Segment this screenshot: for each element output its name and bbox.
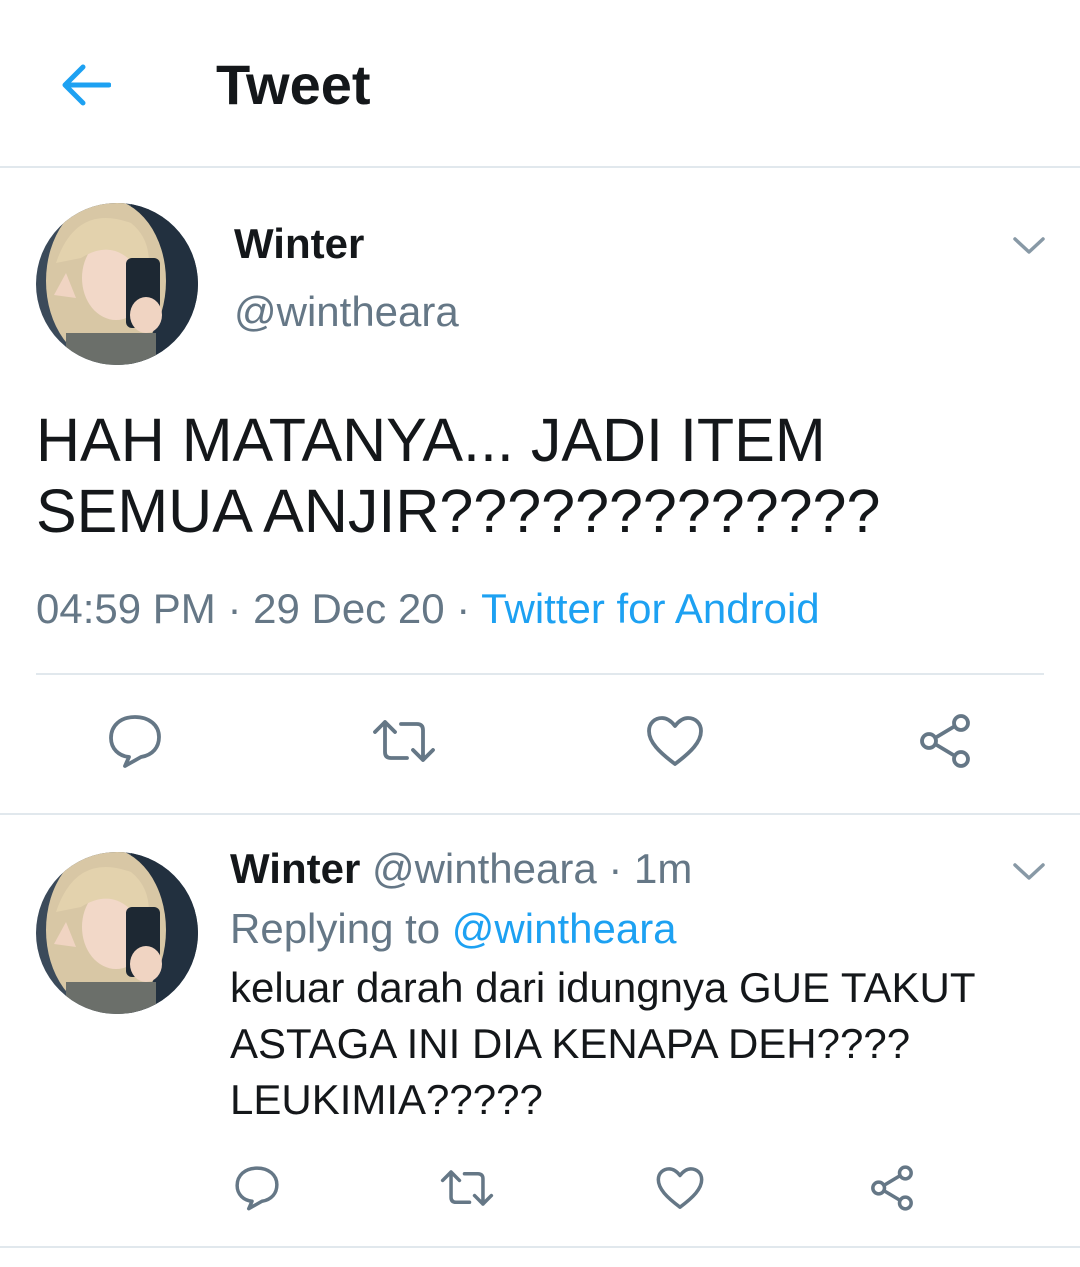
top-app-bar: Tweet (0, 0, 1080, 168)
display-name[interactable]: Winter (234, 220, 364, 268)
tweet-text-line: SEMUA ANJIR????????????? (36, 477, 881, 545)
reply-text-line: ASTAGA INI DIA KENAPA DEH???? (230, 1020, 911, 1067)
divider (36, 673, 1044, 675)
share-button[interactable] (857, 1153, 927, 1223)
relative-time: 1m (634, 845, 693, 892)
reply-text-line: keluar darah dari idungnya GUE TAKUT (230, 964, 976, 1011)
reply-author-line: Winter @wintheara · 1m (230, 845, 692, 893)
chevron-down-icon (1013, 863, 1045, 880)
separator: · (215, 585, 254, 632)
replying-label: Replying to (230, 905, 441, 952)
like-icon (647, 716, 703, 766)
retweet-button[interactable] (432, 1153, 502, 1223)
retweet-icon (440, 1170, 494, 1206)
arrow-left-icon (62, 64, 111, 106)
reply-button[interactable] (100, 706, 170, 776)
page-title: Tweet (216, 53, 371, 116)
reply-options-button[interactable] (1009, 852, 1049, 892)
retweet-icon (373, 720, 435, 762)
separator: · (596, 845, 635, 892)
share-icon (920, 714, 970, 768)
tweet-metadata: 04:59 PM · 29 Dec 20 · Twitter for Andro… (36, 585, 820, 633)
share-icon (871, 1165, 913, 1211)
like-button[interactable] (640, 706, 710, 776)
tweet-source-link[interactable]: Twitter for Android (481, 585, 819, 632)
mention-link[interactable]: @wintheara (452, 905, 677, 952)
tweet-options-button[interactable] (1009, 226, 1049, 266)
separator: · (444, 585, 482, 632)
like-button[interactable] (645, 1153, 715, 1223)
reply-button[interactable] (222, 1153, 292, 1223)
like-icon (656, 1167, 704, 1209)
retweet-button[interactable] (369, 706, 439, 776)
reply-text-line: LEUKIMIA????? (230, 1076, 543, 1123)
divider (0, 1246, 1080, 1248)
tweet-action-bar (0, 700, 1080, 790)
reply-icon (235, 1166, 279, 1211)
share-button[interactable] (910, 706, 980, 776)
divider (0, 813, 1080, 815)
tweet-text-line: HAH MATANYA... JADI ITEM (36, 406, 826, 474)
display-name[interactable]: Winter (230, 845, 360, 892)
user-handle[interactable]: @wintheara (234, 288, 459, 336)
tweet-date: 29 Dec 20 (253, 585, 445, 632)
reply-icon (109, 715, 161, 768)
avatar[interactable] (36, 203, 198, 365)
back-button[interactable] (50, 50, 120, 120)
reply-text: keluar darah dari idungnya GUE TAKUT AST… (230, 960, 1050, 1128)
replying-to-line: Replying to @wintheara (230, 905, 677, 953)
chevron-down-icon (1013, 237, 1045, 254)
avatar[interactable] (36, 852, 198, 1014)
tweet-time: 04:59 PM (36, 585, 216, 632)
user-handle[interactable]: @wintheara (372, 845, 597, 892)
tweet-text: HAH MATANYA... JADI ITEM SEMUA ANJIR????… (36, 405, 1046, 547)
